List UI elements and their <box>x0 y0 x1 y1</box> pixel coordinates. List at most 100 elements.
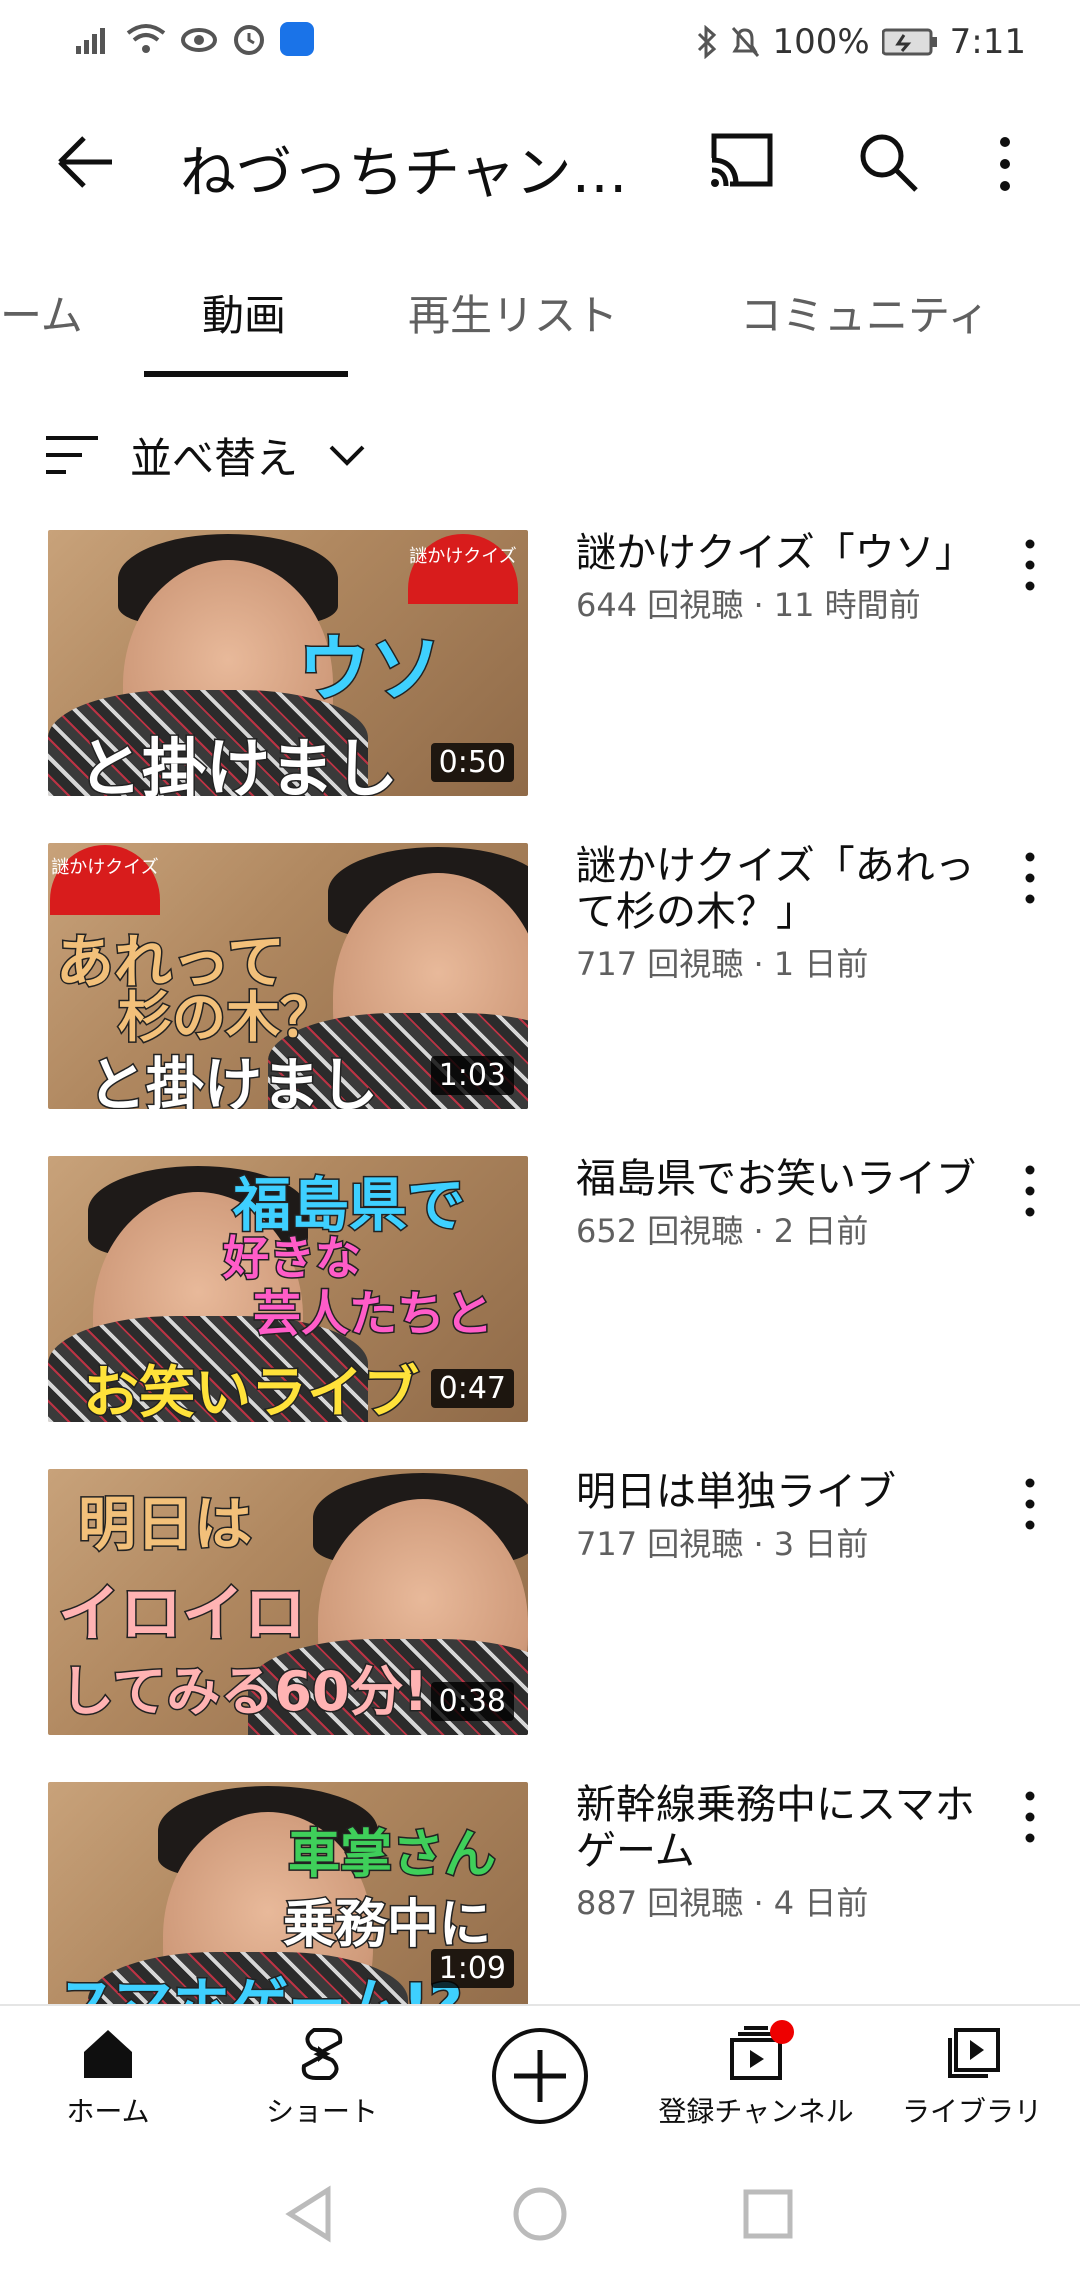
video-meta: 新幹線乗務中にスマホゲーム 887 回視聴 · 4 日前 <box>576 1782 986 1924</box>
video-stats: 717 回視聴 · 3 日前 <box>576 1525 869 1563</box>
status-bar: 100% 7:11 <box>0 0 1080 92</box>
active-tab-indicator <box>144 371 348 377</box>
upload-age: 3 日前 <box>773 1525 869 1563</box>
nav-label: ライブラリ <box>901 2095 1042 2128</box>
search-icon[interactable] <box>856 130 920 194</box>
video-title[interactable]: 福島県でお笑いライブ <box>576 1156 986 1202</box>
video-thumbnail[interactable]: 福島県で 好きな 芸人たちと お笑いライブ 0:47 <box>48 1156 528 1422</box>
video-stats: 644 回視聴 · 11 時間前 <box>576 586 921 624</box>
nav-subscriptions[interactable]: 登録チャンネル <box>656 2024 856 2130</box>
video-stats: 652 回視聴 · 2 日前 <box>576 1212 869 1250</box>
battery-percent: 100% <box>772 22 870 62</box>
chevron-down-icon <box>329 445 365 466</box>
video-duration: 1:09 <box>430 1949 514 1988</box>
nav-home[interactable]: ホーム <box>8 2024 208 2130</box>
thumbnail-caption: 車掌さん <box>286 1824 497 1887</box>
more-vert-icon[interactable] <box>1020 851 1040 905</box>
thumbnail-caption: 乗務中に <box>281 1894 492 1957</box>
video-duration: 1:03 <box>430 1056 514 1095</box>
shorts-icon <box>301 2028 343 2080</box>
video-meta: 謎かけクイズ「ウソ」 644 回視聴 · 11 時間前 <box>576 530 986 626</box>
upload-age: 1 日前 <box>773 945 869 983</box>
nav-label: ホーム <box>66 2095 150 2128</box>
video-item[interactable]: 明日は イロイロ してみる60分! 0:38 明日は単独ライブ 717 回視聴 … <box>0 1469 1080 1749</box>
more-vert-icon[interactable] <box>1020 1477 1040 1531</box>
video-item[interactable]: 謎かけクイズ ウソ と掛けまし 0:50 謎かけクイズ「ウソ」 644 回視聴 … <box>0 530 1080 810</box>
system-recents-icon[interactable] <box>743 2189 793 2239</box>
video-meta: 明日は単独ライブ 717 回視聴 · 3 日前 <box>576 1469 986 1565</box>
view-count: 717 回視聴 <box>576 945 744 983</box>
wifi-icon <box>126 24 166 53</box>
alarm-icon <box>234 25 264 55</box>
tab-playlists[interactable]: 再生リスト <box>408 282 618 343</box>
bottom-navigation: ホーム ショート 登録チャンネル ライブラリ <box>0 2004 1080 2154</box>
channel-tabs: ーム 動画 再生リスト コミュニティ <box>0 258 1080 378</box>
video-title[interactable]: 謎かけクイズ「あれって杉の木？」 <box>576 843 986 935</box>
channel-title: ねづっちチャン… <box>180 141 628 206</box>
view-count: 652 回視聴 <box>576 1212 744 1250</box>
video-thumbnail[interactable]: 謎かけクイズ あれって 杉の木？ と掛けまし 1:03 <box>48 843 528 1109</box>
system-navigation-bar <box>285 2185 793 2243</box>
signal-icon <box>76 28 105 54</box>
sort-button[interactable]: 並べ替え <box>44 420 366 490</box>
tab-community[interactable]: コミュニティ <box>740 282 989 343</box>
video-thumbnail[interactable]: 謎かけクイズ ウソ と掛けまし 0:50 <box>48 530 528 796</box>
back-arrow-icon[interactable] <box>50 130 120 194</box>
video-title[interactable]: 明日は単独ライブ <box>576 1469 986 1515</box>
view-count: 644 回視聴 <box>576 586 744 624</box>
video-duration: 0:50 <box>430 743 514 782</box>
video-meta: 福島県でお笑いライブ 652 回視聴 · 2 日前 <box>576 1156 986 1252</box>
create-button[interactable] <box>492 2028 588 2124</box>
library-icon <box>948 2028 1000 2078</box>
video-title[interactable]: 謎かけクイズ「ウソ」 <box>576 530 986 576</box>
system-back-icon[interactable] <box>285 2185 331 2243</box>
fan-logo: 謎かけクイズ <box>408 534 518 604</box>
thumbnail-caption: イロイロ <box>56 1576 307 1652</box>
battery-icon <box>881 28 937 56</box>
video-duration: 0:38 <box>430 1682 514 1721</box>
video-item[interactable]: 謎かけクイズ あれって 杉の木？ と掛けまし 1:03 謎かけクイズ「あれって杉… <box>0 843 1080 1123</box>
video-thumbnail[interactable]: 明日は イロイロ してみる60分! 0:38 <box>48 1469 528 1735</box>
more-vert-icon[interactable] <box>1020 1790 1040 1844</box>
bell-off-icon <box>732 27 760 57</box>
nav-shorts[interactable]: ショート <box>222 2024 422 2130</box>
shield-icon <box>280 22 314 56</box>
more-vert-icon[interactable] <box>990 134 1020 194</box>
status-icons-right: 100% 7:11 <box>696 22 1026 62</box>
thumbnail-caption: お笑いライブ <box>82 1360 421 1423</box>
upload-age: 11 時間前 <box>773 586 921 624</box>
system-home-icon[interactable] <box>513 2187 567 2241</box>
tab-home[interactable]: ーム <box>0 282 83 343</box>
status-icons-left <box>76 22 314 56</box>
sort-label: 並べ替え <box>130 433 299 483</box>
nav-library[interactable]: ライブラリ <box>872 2024 1072 2130</box>
upload-age: 2 日前 <box>773 1212 869 1250</box>
clock: 7:11 <box>949 22 1026 62</box>
video-item[interactable]: 車掌さん 乗務中に スマホゲーム!? 1:09 新幹線乗務中にスマホゲーム 88… <box>0 1782 1080 2004</box>
video-thumbnail[interactable]: 車掌さん 乗務中に スマホゲーム!? 1:09 <box>48 1782 528 2004</box>
video-meta: 謎かけクイズ「あれって杉の木？」 717 回視聴 · 1 日前 <box>576 843 986 985</box>
sort-icon <box>46 436 98 474</box>
app-bar: ねづっちチャン… <box>0 92 1080 232</box>
more-vert-icon[interactable] <box>1020 1164 1040 1218</box>
video-item[interactable]: 福島県で 好きな 芸人たちと お笑いライブ 0:47 福島県でお笑いライブ 65… <box>0 1156 1080 1436</box>
thumbnail-caption: ウソ <box>296 626 443 713</box>
home-icon <box>84 2030 132 2078</box>
tab-videos[interactable]: 動画 <box>202 282 286 343</box>
more-vert-icon[interactable] <box>1020 538 1040 592</box>
video-stats: 887 回視聴 · 4 日前 <box>576 1884 869 1922</box>
thumbnail-caption: 芸人たちと <box>251 1285 494 1344</box>
thumbnail-caption: スマホゲーム!? <box>57 1958 465 2005</box>
cast-icon[interactable] <box>710 132 774 192</box>
view-count: 717 回視聴 <box>576 1525 744 1563</box>
view-count: 887 回視聴 <box>576 1884 744 1922</box>
nav-label: ショート <box>265 2095 378 2128</box>
video-title[interactable]: 新幹線乗務中にスマホゲーム <box>576 1782 986 1874</box>
fan-logo: 謎かけクイズ <box>50 845 160 915</box>
thumbnail-caption: と掛けまし <box>77 732 400 797</box>
upload-age: 4 日前 <box>773 1884 869 1922</box>
notification-dot <box>770 2020 794 2044</box>
nav-label: 登録チャンネル <box>658 2095 854 2128</box>
thumbnail-caption: 明日は <box>76 1489 253 1560</box>
plus-icon <box>514 2050 566 2102</box>
